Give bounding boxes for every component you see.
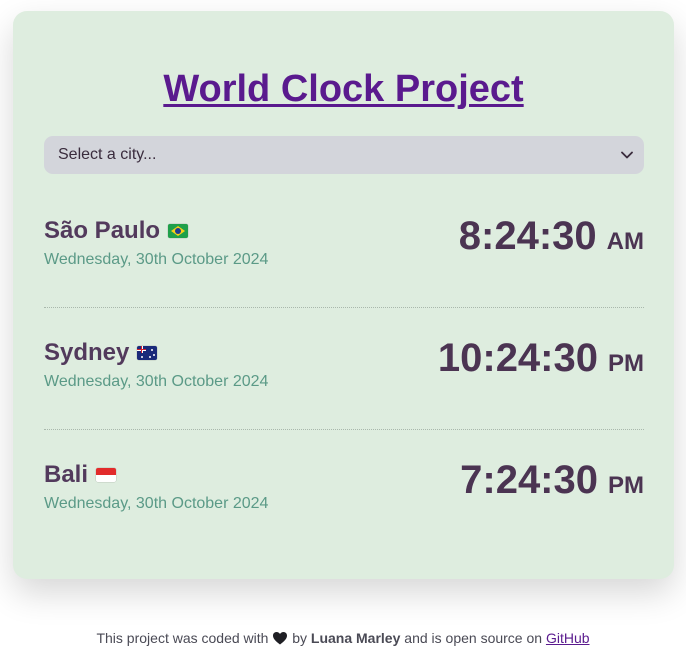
- time-value: 10:24:30: [437, 336, 598, 380]
- time-value: 8:24:30: [458, 214, 597, 258]
- city-name: São Paulo: [44, 217, 161, 244]
- brazil-flag-icon: [168, 224, 189, 238]
- city-date: Wednesday, 30th October 2024: [44, 251, 269, 268]
- city-time: 10:24:30 PM: [438, 334, 644, 382]
- city-time: 7:24:30 PM: [460, 456, 644, 504]
- world-clock-card: World Clock Project Select a city... São…: [13, 11, 674, 579]
- footer: This project was coded with by Luana Mar…: [0, 629, 686, 647]
- indonesia-flag-icon: [96, 468, 117, 482]
- city-date: Wednesday, 30th October 2024: [44, 373, 269, 390]
- time-ampm: PM: [608, 472, 644, 499]
- divider: [44, 307, 644, 308]
- city-name: Sydney: [44, 339, 130, 366]
- city-row-sao-paulo: São Paulo Wednesday, 30th October 2024 8…: [44, 204, 644, 314]
- city-info: Bali Wednesday, 30th October 2024: [44, 460, 268, 514]
- footer-by: by: [292, 630, 308, 646]
- black-heart-icon: [272, 630, 288, 646]
- city-date: Wednesday, 30th October 2024: [44, 495, 269, 512]
- footer-author: Luana Marley: [310, 630, 401, 646]
- australia-flag-icon: [137, 346, 158, 360]
- github-link[interactable]: GitHub: [546, 630, 590, 646]
- city-row-bali: Bali Wednesday, 30th October 2024 7:24:3…: [44, 448, 644, 558]
- city-name: Bali: [44, 461, 89, 488]
- city-row-sydney: Sydney Wednesday, 30th October 2024 10:2…: [44, 326, 644, 436]
- page-title[interactable]: World Clock Project: [13, 67, 674, 111]
- chevron-down-icon: [620, 148, 634, 162]
- city-select[interactable]: Select a city...: [44, 136, 644, 174]
- city-info: São Paulo Wednesday, 30th October 2024: [44, 216, 268, 270]
- time-ampm: PM: [608, 350, 644, 377]
- city-name-row: São Paulo: [44, 216, 268, 246]
- city-select-value: Select a city...: [58, 146, 157, 163]
- divider: [44, 429, 644, 430]
- time-value: 7:24:30: [460, 458, 598, 502]
- city-name-row: Bali: [44, 460, 268, 490]
- city-info: Sydney Wednesday, 30th October 2024: [44, 338, 268, 392]
- footer-middle: and is open source on: [404, 630, 543, 646]
- time-ampm: AM: [606, 228, 644, 255]
- footer-prefix: This project was coded with: [96, 630, 269, 646]
- city-time: 8:24:30 AM: [459, 212, 644, 260]
- city-name-row: Sydney: [44, 338, 268, 368]
